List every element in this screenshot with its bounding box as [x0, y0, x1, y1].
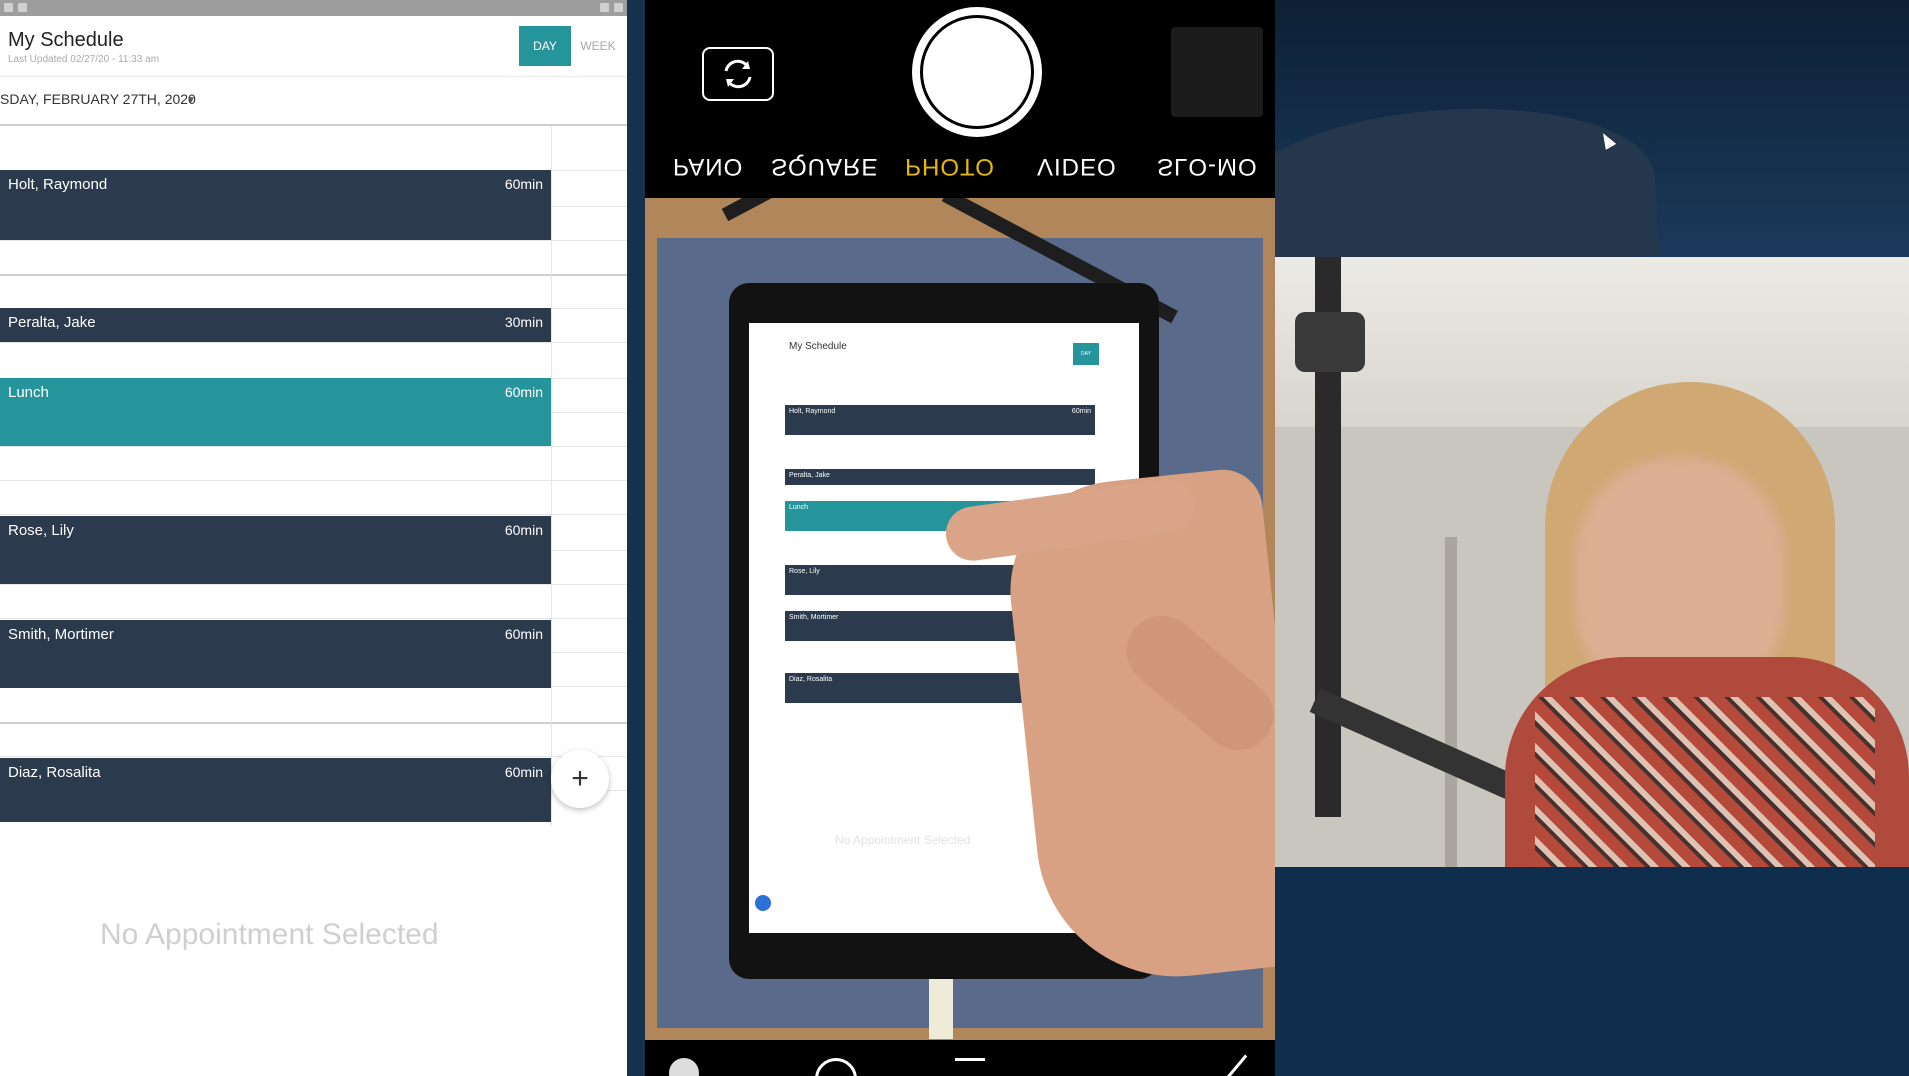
tablet-stand — [721, 198, 958, 222]
appointment-holt-raymond[interactable]: Holt, Raymond 60min — [0, 170, 551, 240]
week-view-button[interactable]: WEEK — [573, 26, 623, 66]
appointment-name: Lunch — [8, 384, 49, 401]
tripod-head — [1295, 312, 1365, 372]
hdr-icon[interactable] — [955, 1058, 985, 1076]
status-bar — [0, 0, 627, 16]
mirrored-page-title: My Schedule — [789, 341, 847, 352]
mirrored-appointment: Holt, Raymond 60min — [785, 405, 1095, 435]
appointment-name: Holt, Raymond — [8, 176, 108, 193]
flip-camera-icon[interactable] — [702, 47, 774, 101]
mirrored-appointment-name: Rose, Lily — [789, 568, 820, 575]
appointment-name: Peralta, Jake — [8, 314, 96, 331]
empty-state-text: No Appointment Selected — [100, 918, 439, 951]
appointment-name: Smith, Mortimer — [8, 626, 114, 643]
time-gridline — [0, 584, 627, 585]
mirrored-appointment-duration: 60min — [1071, 408, 1091, 415]
image-icon — [18, 3, 27, 12]
appointment-name: Diaz, Rosalita — [8, 764, 101, 781]
mirrored-day-button: DAY — [1073, 343, 1099, 365]
shutter-ring — [920, 15, 1034, 129]
day-view-button[interactable]: DAY — [519, 26, 571, 66]
time-gridline — [0, 240, 627, 241]
time-gridline — [0, 514, 627, 515]
appointment-smith-mortimer[interactable]: Smith, Mortimer 60min — [0, 620, 551, 688]
wallpaper-strip — [627, 0, 645, 1076]
date-selector[interactable]: SDAY, FEBRUARY 27TH, 2020 ▼ — [0, 76, 627, 126]
app-header: My Schedule Last Updated 02/27/20 - 11:3… — [0, 16, 627, 77]
appointment-lunch[interactable]: Lunch 60min — [0, 378, 551, 446]
mirrored-appointment-name: Holt, Raymond — [789, 408, 836, 415]
date-label: SDAY, FEBRUARY 27TH, 2020 — [0, 91, 196, 107]
last-photo-thumbnail[interactable] — [1171, 27, 1263, 117]
appointment-rose-lily[interactable]: Rose, Lily 60min — [0, 516, 551, 584]
time-gridline — [0, 722, 627, 724]
camera-bottom-bar — [645, 1040, 1275, 1076]
charging-cable — [929, 979, 953, 1039]
time-gridline — [0, 274, 627, 276]
notification-icon — [4, 3, 13, 12]
last-updated-text: Last Updated 02/27/20 - 11:33 am — [8, 54, 160, 65]
appointment-duration: 30min — [504, 314, 543, 330]
mode-photo[interactable]: PHOTO — [905, 152, 995, 180]
time-gridline — [0, 618, 627, 619]
appointment-duration: 60min — [504, 626, 543, 642]
filters-icon[interactable] — [669, 1058, 699, 1076]
battery-icon — [614, 3, 623, 12]
camera-viewfinder: My Schedule DAY Holt, Raymond 60min Pera… — [645, 198, 1275, 1040]
mirrored-empty-state: No Appointment Selected — [835, 833, 971, 847]
appointment-duration: 60min — [504, 384, 543, 400]
mirrored-appointment-name: Lunch — [789, 504, 809, 511]
time-gridline — [0, 480, 627, 481]
mirrored-appointment: Peralta, Jake — [785, 469, 1095, 485]
shutter-button[interactable] — [912, 7, 1042, 137]
mode-square[interactable]: SQUARE — [771, 152, 878, 180]
camera-controls: PANO SQUARE PHOTO VIDEO SLO-MO — [645, 0, 1275, 198]
participant-shirt-pattern — [1535, 697, 1875, 867]
camera-app: PANO SQUARE PHOTO VIDEO SLO-MO My Schedu… — [627, 0, 1275, 1076]
appointment-diaz-rosalita[interactable]: Diaz, Rosalita 60min — [0, 758, 551, 822]
schedule-app: My Schedule Last Updated 02/27/20 - 11:3… — [0, 0, 627, 1076]
appointment-duration: 60min — [504, 764, 543, 780]
mode-pano[interactable]: PANO — [673, 152, 743, 180]
appointment-duration: 60min — [504, 176, 543, 192]
add-appointment-button[interactable]: + — [551, 750, 609, 808]
video-background-ceiling — [1275, 257, 1909, 427]
appointment-peralta-jake[interactable]: Peralta, Jake 30min — [0, 308, 551, 342]
mirrored-appointment-name: Smith, Mortimer — [789, 614, 839, 621]
page-title: My Schedule — [8, 29, 124, 51]
mirrored-appointment-name: Diaz, Rosalita — [789, 676, 833, 683]
live-photo-icon[interactable] — [815, 1058, 857, 1076]
time-gridline — [0, 446, 627, 447]
appointment-duration: 60min — [504, 522, 543, 538]
video-background-door — [1445, 537, 1457, 867]
assistive-touch-icon — [755, 895, 771, 911]
time-gridline — [0, 342, 627, 343]
appointment-name: Rose, Lily — [8, 522, 74, 539]
mirrored-appointment-name: Peralta, Jake — [789, 472, 830, 479]
wifi-icon — [600, 3, 609, 12]
time-gridline — [0, 756, 627, 757]
mode-video[interactable]: VIDEO — [1037, 152, 1117, 180]
desktop-wallpaper-bottom — [1275, 867, 1909, 1076]
mode-slo-mo[interactable]: SLO-MO — [1157, 152, 1258, 180]
participant-video[interactable] — [1275, 257, 1909, 867]
caret-down-icon[interactable]: ▼ — [186, 95, 196, 106]
column-divider — [551, 126, 552, 826]
video-call-panel — [1275, 0, 1909, 1076]
flash-icon[interactable] — [1225, 1054, 1248, 1076]
